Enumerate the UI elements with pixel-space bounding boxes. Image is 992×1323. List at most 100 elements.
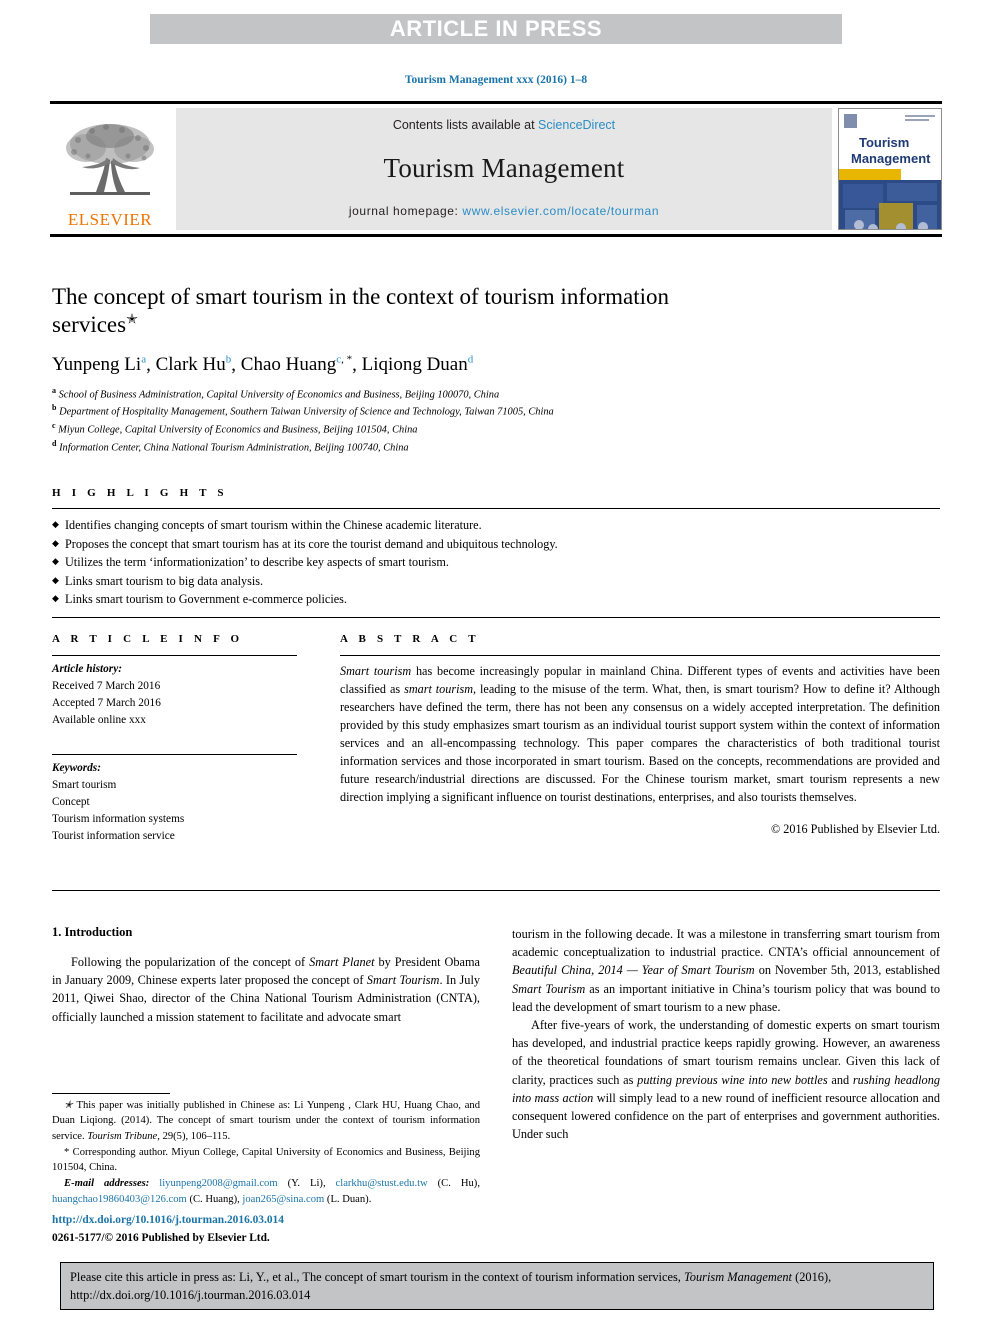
- affiliation-2-text: Miyun College, Capital University of Eco…: [58, 424, 418, 436]
- article-history-label: Article history:: [52, 663, 122, 675]
- journal-reference-line: Tourism Management xxx (2016) 1–8: [404, 74, 588, 86]
- list-item: ◆ Links smart tourism to Government e-com…: [52, 590, 940, 609]
- paper-title: The concept of smart tourism in the cont…: [52, 283, 752, 340]
- footnotes-block: ✭ This paper was initially published in …: [52, 1093, 480, 1208]
- footnote-email-addresses: E-mail addresses: liyunpeng2008@gmail.co…: [52, 1178, 480, 1205]
- affiliation-1-mark: b: [52, 403, 57, 413]
- highlights-bottom-rule: [52, 616, 940, 618]
- homepage-prefix: journal homepage:: [348, 204, 463, 218]
- bullet-icon: ◆: [52, 556, 59, 567]
- email-link-3[interactable]: joan265@sina.com: [242, 1194, 324, 1205]
- email-link-2[interactable]: huangchao19860403@126.com: [52, 1194, 187, 1205]
- author-3-affiliation-mark: d: [467, 353, 474, 366]
- cite-this-article-text: Please cite this article in press as: Li…: [70, 1270, 832, 1302]
- abstract-heading: A B S T R A C T: [340, 633, 480, 645]
- article-history-online: Available online xxx: [52, 713, 146, 726]
- keyword-item: Tourism information systems: [52, 812, 185, 825]
- article-info-heading: A R T I C L E I N F O: [52, 633, 244, 645]
- masthead-center-panel: Contents lists available at ScienceDirec…: [176, 108, 832, 230]
- elsevier-logo: ELSEVIER: [50, 108, 170, 230]
- highlight-1-text: Proposes the concept that smart tourism …: [65, 536, 558, 551]
- intro-paragraph-left: Following the popularization of the conc…: [52, 955, 481, 1024]
- email-link-0[interactable]: liyunpeng2008@gmail.com: [159, 1178, 277, 1189]
- email-link-1[interactable]: clarkhu@stust.edu.tw: [336, 1178, 428, 1189]
- keywords-block: Keywords: Smart tourism Concept Tourism …: [52, 755, 297, 845]
- list-item: ◆ Utilizes the term ‘informationization’ …: [52, 553, 940, 572]
- affiliation-3-mark: d: [52, 438, 57, 448]
- keywords-label: Keywords:: [52, 761, 101, 774]
- keyword-item: Concept: [52, 795, 90, 808]
- affiliation-0-mark: a: [52, 385, 56, 395]
- highlight-4-text: Links smart tourism to Government e-comm…: [65, 592, 347, 607]
- author-3: Liqiong Duand: [362, 354, 474, 375]
- abstract-copyright: © 2016 Published by Elsevier Ltd.: [770, 821, 940, 836]
- article-history-block: Article history: Received 7 March 2016 A…: [52, 656, 297, 729]
- list-item: ◆ Links smart tourism to big data analysi…: [52, 572, 940, 591]
- highlight-3-text: Links smart tourism to big data analysis…: [65, 573, 264, 588]
- affiliation-list: a School of Business Administration, Cap…: [52, 385, 752, 455]
- affiliation-2-mark: c: [52, 420, 56, 430]
- author-sep-0: ,: [146, 353, 156, 375]
- contents-prefix: Contents lists available at: [392, 118, 539, 132]
- affiliation-item: d Information Center, China National Tou…: [52, 438, 752, 456]
- email-addresses-label: E-mail addresses:: [64, 1178, 150, 1190]
- highlight-0-text: Identifies changing concepts of smart to…: [65, 518, 482, 532]
- author-1-name: Clark Hu: [155, 353, 226, 375]
- author-1: Clark Hub: [156, 354, 232, 375]
- footnote-separator-rule: [52, 1093, 170, 1094]
- paper-title-text: The concept of smart tourism in the cont…: [52, 284, 670, 338]
- journal-homepage-link[interactable]: www.elsevier.com/locate/tourman: [462, 204, 659, 218]
- keyword-item: Tourist information service: [52, 829, 175, 842]
- journal-homepage-line: journal homepage: www.elsevier.com/locat…: [349, 204, 659, 218]
- article-info-column: A R T I C L E I N F O Article history: R…: [52, 633, 297, 844]
- affiliation-item: a School of Business Administration, Cap…: [52, 385, 752, 403]
- author-sep-1: ,: [231, 353, 241, 375]
- title-footnote-star: ✭: [126, 312, 138, 328]
- abstract-column: A B S T R A C T Smart tourism has become…: [340, 633, 940, 844]
- elsevier-wordmark: ELSEVIER: [67, 210, 153, 229]
- body-column-right: tourism in the following decade. It was …: [512, 925, 940, 1143]
- highlights-heading: H I G H L I G H T S: [52, 487, 228, 499]
- affiliation-1-text: Department of Hospitality Management, So…: [59, 406, 554, 418]
- author-list: Yunpeng Lia, Clark Hub, Chao Huangc, *, …: [52, 354, 752, 376]
- svg-text:Management: Management: [851, 151, 931, 166]
- journal-cover-thumbnail: Tourism Management: [838, 108, 942, 230]
- footnote-corresponding-author: * Corresponding author. Miyun College, C…: [52, 1146, 480, 1173]
- affiliation-item: b Department of Hospitality Management, …: [52, 402, 752, 420]
- article-history-accepted: Accepted 7 March 2016: [52, 696, 161, 709]
- email-owner-0: (Y. Li): [287, 1178, 323, 1190]
- bullet-icon: ◆: [52, 537, 59, 548]
- footnote-star-note: ✭ This paper was initially published in …: [52, 1100, 480, 1142]
- journal-title: Tourism Management: [383, 152, 625, 183]
- introduction-heading: 1. Introduction: [52, 925, 133, 939]
- issn-copyright-line: 0261-5177/© 2016 Published by Elsevier L…: [52, 1232, 270, 1245]
- highlights-section: H I G H L I G H T S ◆ Identifies changing…: [52, 487, 940, 618]
- author-2-name: Chao Huang: [240, 353, 337, 375]
- sciencedirect-link[interactable]: ScienceDirect: [538, 118, 615, 132]
- keyword-item: Smart tourism: [52, 778, 117, 791]
- elsevier-tree-icon: [66, 124, 154, 195]
- author-3-name: Liqiong Duan: [361, 353, 468, 375]
- article-in-press-label: ARTICLE IN PRESS: [389, 16, 603, 41]
- highlight-2-text: Utilizes the term ‘informationization’ t…: [65, 555, 449, 570]
- article-history-received: Received 7 March 2016: [52, 679, 161, 692]
- list-item: ◆ Proposes the concept that smart tourism…: [52, 535, 940, 554]
- author-2-corresponding-mark: , *: [341, 353, 353, 366]
- intro-paragraph-right-1: tourism in the following decade. It was …: [512, 927, 941, 1014]
- affiliation-3-text: Information Center, China National Touri…: [59, 442, 409, 453]
- cite-this-article-footer: Please cite this article in press as: Li…: [60, 1262, 934, 1310]
- journal-masthead: ELSEVIER Contents lists available at Sci…: [50, 101, 942, 237]
- info-and-abstract: A R T I C L E I N F O Article history: R…: [52, 633, 940, 844]
- bullet-icon: ◆: [52, 593, 59, 604]
- author-sep-2: ,: [352, 353, 362, 375]
- affiliation-0-text: School of Business Administration, Capit…: [58, 389, 500, 401]
- bullet-icon: ◆: [52, 519, 59, 529]
- author-0: Yunpeng Lia: [52, 354, 146, 375]
- email-owner-2: (C. Huang): [189, 1193, 238, 1205]
- list-item: ◆ Identifies changing concepts of smart t…: [52, 516, 940, 535]
- abstract-bottom-rule: [52, 890, 940, 891]
- intro-paragraph-right-2: After five-years of work, the understand…: [512, 1017, 940, 1142]
- doi-link[interactable]: http://dx.doi.org/10.1016/j.tourman.2016…: [52, 1213, 480, 1228]
- highlights-list: ◆ Identifies changing concepts of smart t…: [52, 509, 940, 617]
